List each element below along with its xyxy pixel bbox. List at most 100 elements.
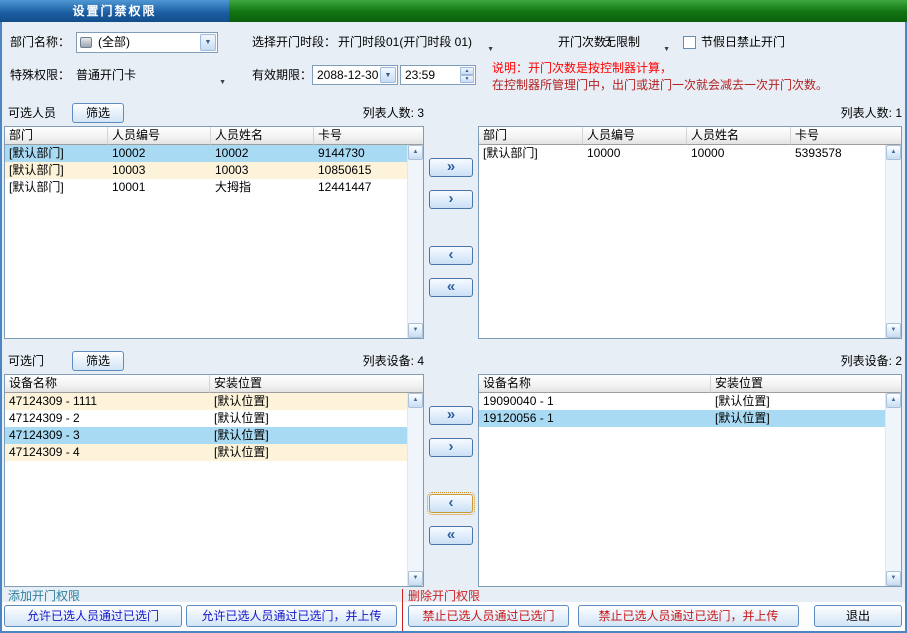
validity-date-combobox[interactable]: 2088-12-30 ▼ [312, 65, 398, 85]
column-header[interactable]: 安装位置 [210, 375, 423, 393]
column-header[interactable]: 设备名称 [479, 375, 711, 393]
cell-device-name: 19090040 - 1 [479, 393, 711, 410]
scroll-up-button[interactable]: ▲ [886, 145, 901, 160]
department-combobox[interactable]: (全部) ▼ [76, 32, 218, 53]
vertical-scrollbar[interactable]: ▲ ▼ [885, 145, 901, 338]
column-header[interactable]: 人员姓名 [211, 127, 314, 145]
spin-down-button[interactable]: ▼ [460, 75, 474, 83]
cell-install-location: [默认位置] [210, 427, 407, 444]
window-title: 设置门禁权限 [72, 4, 156, 18]
scroll-down-icon: ▼ [887, 324, 900, 337]
vertical-scrollbar[interactable]: ▲ ▼ [885, 393, 901, 586]
titlebar-strip [229, 0, 907, 22]
table-row[interactable]: [默认部门] 10000 10000 5393578 [479, 145, 885, 162]
column-header[interactable]: 人员姓名 [687, 127, 791, 145]
available-persons-table: 部门 人员编号 人员姓名 卡号 [默认部门] 10002 10002 91447… [4, 126, 424, 339]
column-header[interactable]: 安装位置 [711, 375, 901, 393]
chevron-down-icon: ▼ [663, 39, 670, 60]
spin-down-icon: ▼ [461, 76, 473, 82]
column-header[interactable]: 卡号 [314, 127, 423, 145]
cell-install-location: [默认位置] [711, 410, 885, 427]
table-header-row: 部门 人员编号 人员姓名 卡号 [5, 127, 423, 145]
persons-right-count: 列表人数: 1 [478, 103, 902, 124]
cell-device-name: 19120056 - 1 [479, 410, 711, 427]
deny-selected-button[interactable]: 禁止已选人员通过已选门 [408, 605, 569, 627]
dropdown-button[interactable]: ▼ [380, 67, 396, 83]
holiday-checkbox-label: 节假日禁止开门 [701, 32, 785, 53]
persons-move-right-button[interactable]: › [429, 190, 473, 209]
column-header[interactable]: 部门 [5, 127, 108, 145]
cell-department: [默认部门] [5, 162, 108, 179]
table-row[interactable]: 47124309 - 3 [默认位置] [5, 427, 407, 444]
table-header-row: 设备名称 安装位置 [479, 375, 901, 393]
scroll-down-button[interactable]: ▼ [886, 571, 901, 586]
scroll-up-button[interactable]: ▲ [408, 393, 423, 408]
cell-person-id: 10003 [108, 162, 211, 179]
remove-permission-group-label: 删除开门权限 [408, 589, 480, 603]
add-permission-group-label: 添加开门权限 [8, 589, 80, 603]
scroll-down-icon: ▼ [409, 324, 422, 337]
exit-button[interactable]: 退出 [814, 605, 902, 627]
table-row[interactable]: 19120056 - 1 [默认位置] [479, 410, 885, 427]
spin-up-button[interactable]: ▲ [460, 67, 474, 75]
department-icon [80, 37, 92, 48]
deny-selected-upload-button[interactable]: 禁止已选人员通过已选门，并上传 [578, 605, 799, 627]
scroll-down-button[interactable]: ▼ [408, 323, 423, 338]
table-row[interactable]: [默认部门] 10001 大拇指 12441447 [5, 179, 407, 196]
validity-time-value: 23:59 [405, 66, 435, 84]
scroll-down-icon: ▼ [887, 572, 900, 585]
times-combobox[interactable]: 无限制 ▼ [604, 32, 670, 53]
cell-install-location: [默认位置] [210, 410, 407, 427]
scroll-down-button[interactable]: ▼ [408, 571, 423, 586]
column-header[interactable]: 卡号 [791, 127, 901, 145]
table-row[interactable]: [默认部门] 10002 10002 9144730 [5, 145, 407, 162]
allow-selected-button[interactable]: 允许已选人员通过已选门 [4, 605, 182, 627]
special-combobox[interactable]: 普通开门卡 ▼ [76, 65, 226, 86]
cell-person-id: 10001 [108, 179, 211, 196]
window-title-tab: 设置门禁权限 [0, 0, 229, 22]
chevron-down-icon: ▼ [487, 39, 494, 60]
cell-department: [默认部门] [5, 145, 108, 162]
cell-department: [默认部门] [479, 145, 583, 162]
persons-move-all-right-button[interactable]: » [429, 158, 473, 177]
column-header[interactable]: 设备名称 [5, 375, 210, 393]
period-combobox[interactable]: 开门时段01(开门时段 01) ▼ [338, 32, 494, 53]
vertical-scrollbar[interactable]: ▲ ▼ [407, 145, 423, 338]
doors-move-left-button[interactable]: ‹ [429, 494, 473, 513]
holiday-checkbox[interactable] [683, 36, 696, 49]
validity-time-spinner[interactable]: 23:59 ▲ ▼ [400, 65, 476, 85]
table-row[interactable]: 47124309 - 1111 [默认位置] [5, 393, 407, 410]
table-row[interactable]: [默认部门] 10003 10003 10850615 [5, 162, 407, 179]
cell-card-number: 12441447 [314, 179, 407, 196]
persons-move-left-button[interactable]: ‹ [429, 246, 473, 265]
persons-left-count: 列表人数: 3 [4, 103, 424, 124]
table-row[interactable]: 19090040 - 1 [默认位置] [479, 393, 885, 410]
table-row[interactable]: 47124309 - 2 [默认位置] [5, 410, 407, 427]
chevron-down-icon: ▼ [219, 72, 226, 93]
scroll-up-icon: ▲ [409, 394, 422, 407]
scroll-up-button[interactable]: ▲ [886, 393, 901, 408]
column-header[interactable]: 部门 [479, 127, 583, 145]
cell-device-name: 47124309 - 1111 [5, 393, 210, 410]
table-row[interactable]: 47124309 - 4 [默认位置] [5, 444, 407, 461]
scroll-down-button[interactable]: ▼ [886, 323, 901, 338]
scroll-up-button[interactable]: ▲ [408, 145, 423, 160]
access-permission-window: 设置门禁权限 部门名称： (全部) ▼ 选择开门时段： 开门时段01(开门时段 … [0, 0, 907, 633]
scroll-up-icon: ▲ [887, 146, 900, 159]
cell-device-name: 47124309 - 4 [5, 444, 210, 461]
column-header[interactable]: 人员编号 [583, 127, 687, 145]
vertical-scrollbar[interactable]: ▲ ▼ [407, 393, 423, 586]
cell-person-name: 10003 [211, 162, 314, 179]
group-divider-line [402, 589, 403, 633]
window-border-left [0, 22, 2, 633]
scroll-down-icon: ▼ [409, 572, 422, 585]
cell-card-number: 9144730 [314, 145, 407, 162]
persons-move-all-left-button[interactable]: « [429, 278, 473, 297]
doors-move-all-left-button[interactable]: « [429, 526, 473, 545]
doors-move-all-right-button[interactable]: » [429, 406, 473, 425]
doors-move-right-button[interactable]: › [429, 438, 473, 457]
column-header[interactable]: 人员编号 [108, 127, 211, 145]
dropdown-button[interactable]: ▼ [200, 34, 216, 51]
cell-person-id: 10002 [108, 145, 211, 162]
allow-selected-upload-button[interactable]: 允许已选人员通过已选门，并上传 [186, 605, 397, 627]
